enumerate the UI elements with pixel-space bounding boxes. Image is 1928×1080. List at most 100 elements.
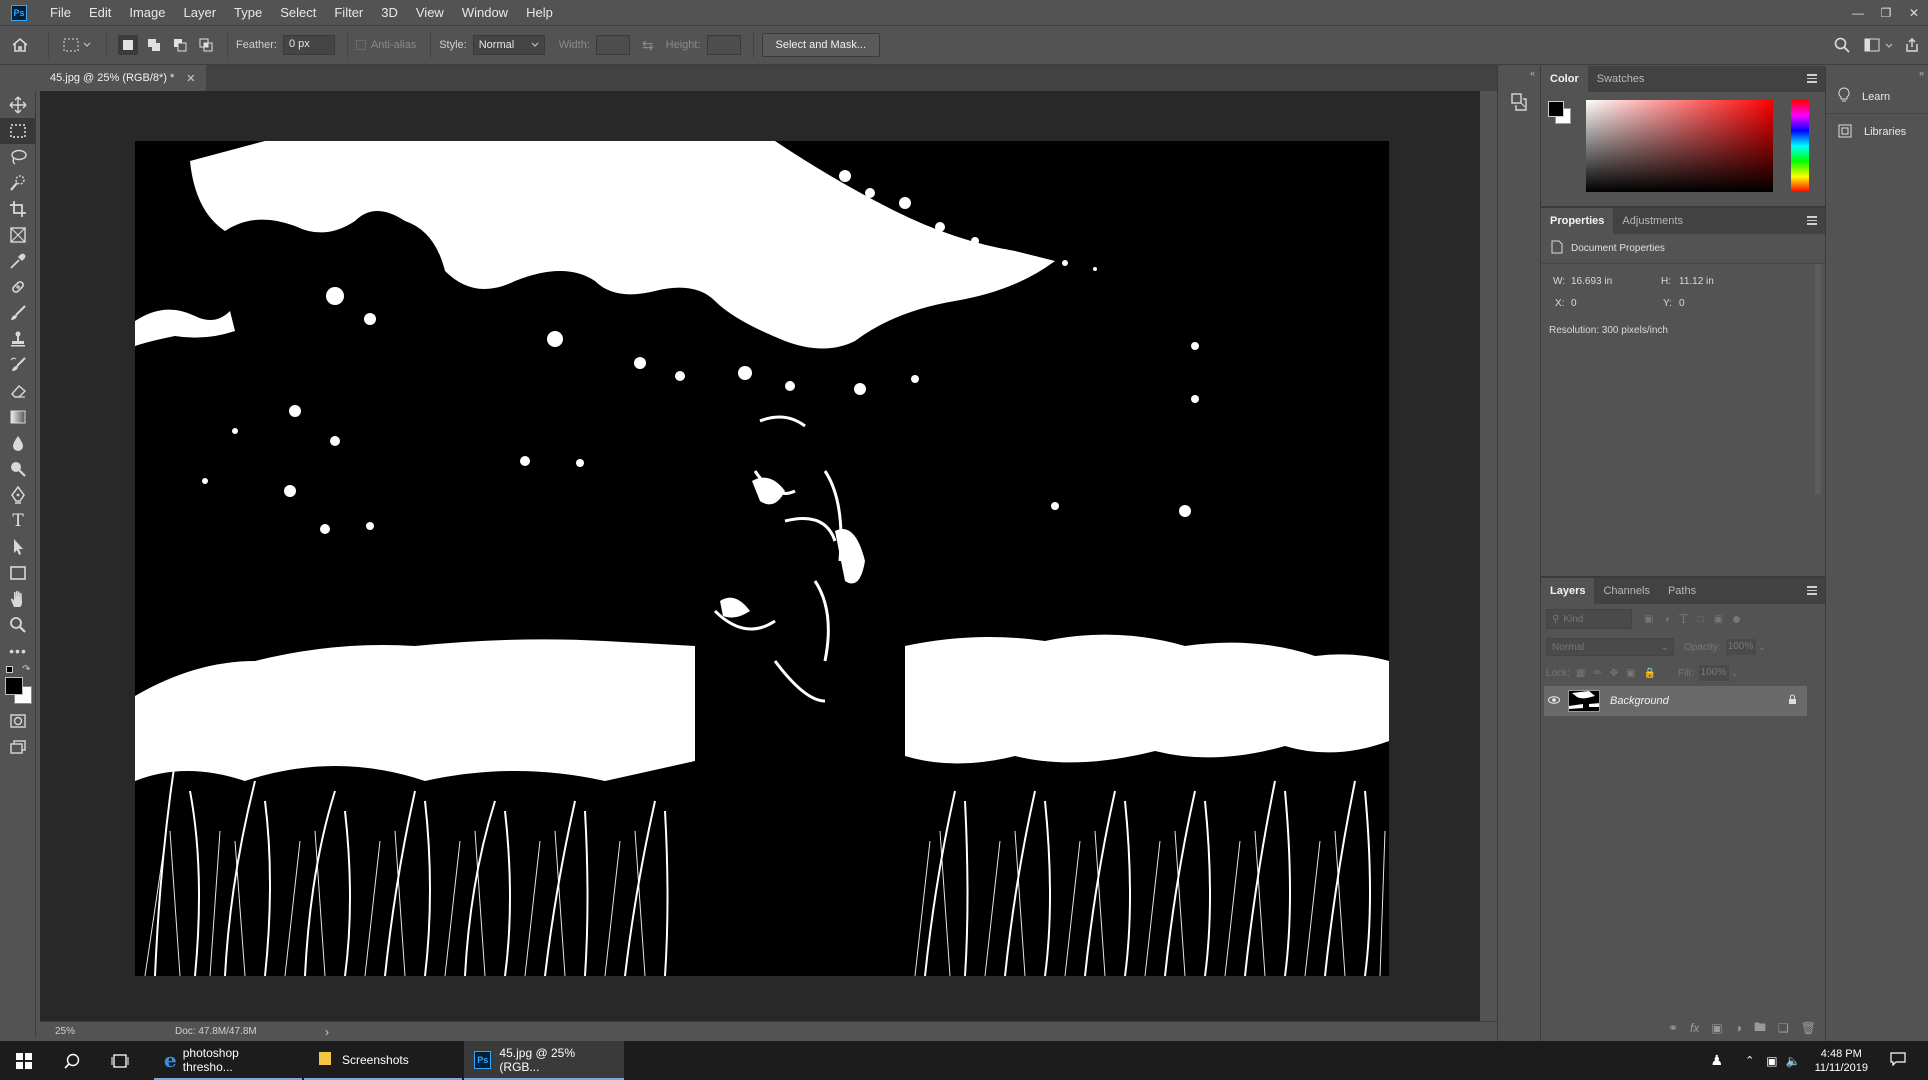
healing-brush-tool-icon[interactable]	[0, 274, 36, 300]
opacity-input[interactable]: 100%	[1725, 639, 1756, 655]
task-view-icon[interactable]	[96, 1053, 144, 1069]
search-icon[interactable]	[48, 1053, 96, 1069]
canvas-area[interactable]	[40, 91, 1480, 1021]
people-icon[interactable]: ♟	[1711, 1052, 1724, 1069]
width-input[interactable]	[595, 35, 630, 55]
filter-pixel-icon[interactable]: ▣	[1644, 614, 1653, 625]
select-and-mask-button[interactable]: Select and Mask...	[761, 33, 881, 57]
new-group-icon[interactable]: 🖿	[1754, 1018, 1766, 1039]
y-value[interactable]: 0	[1679, 298, 1685, 309]
layer-row[interactable]: Background	[1544, 686, 1807, 716]
filter-toggle-icon[interactable]	[1733, 615, 1741, 623]
intersect-selection-icon[interactable]	[196, 35, 216, 55]
x-value[interactable]: 0	[1571, 298, 1577, 309]
threshold-photo-canvas[interactable]	[135, 141, 1389, 976]
tab-layers[interactable]: Layers	[1541, 578, 1595, 604]
subtract-selection-icon[interactable]	[170, 35, 190, 55]
panel-menu-icon[interactable]	[1807, 585, 1817, 595]
notifications-icon[interactable]	[1890, 1052, 1906, 1069]
properties-scrollbar[interactable]	[1815, 264, 1821, 494]
brush-tool-icon[interactable]	[0, 300, 36, 326]
menu-type[interactable]: Type	[225, 0, 271, 25]
menu-help[interactable]: Help	[517, 0, 562, 25]
windows-start-icon[interactable]	[0, 1052, 48, 1069]
lock-all-icon[interactable]: 🔒	[1644, 668, 1656, 679]
link-layers-icon[interactable]: ⚭	[1668, 1021, 1678, 1035]
style-select[interactable]: Normal	[472, 35, 545, 55]
move-tool-icon[interactable]	[0, 92, 36, 118]
minimize-icon[interactable]: —	[1844, 0, 1872, 25]
clone-stamp-tool-icon[interactable]	[0, 326, 36, 352]
menu-window[interactable]: Window	[453, 0, 517, 25]
layer-style-icon[interactable]: fx	[1690, 1021, 1699, 1035]
tab-paths[interactable]: Paths	[1659, 578, 1705, 604]
menu-image[interactable]: Image	[120, 0, 174, 25]
quick-selection-tool-icon[interactable]	[0, 170, 36, 196]
restore-icon[interactable]: ❐	[1872, 0, 1900, 25]
default-colors-icon[interactable]	[6, 666, 13, 673]
marquee-preset-icon[interactable]	[63, 38, 92, 52]
tab-adjustments[interactable]: Adjustments	[1613, 208, 1692, 234]
collapse-arrows-icon[interactable]: »	[1826, 66, 1928, 80]
type-tool-icon[interactable]: T	[0, 508, 36, 534]
history-panel-icon[interactable]	[1504, 88, 1534, 116]
blur-tool-icon[interactable]	[0, 430, 36, 456]
learn-button[interactable]: Learn	[1826, 80, 1928, 114]
lasso-tool-icon[interactable]	[0, 144, 36, 170]
menu-edit[interactable]: Edit	[80, 0, 120, 25]
close-icon[interactable]: ✕	[1900, 0, 1928, 25]
menu-filter[interactable]: Filter	[325, 0, 372, 25]
libraries-button[interactable]: Libraries	[1826, 114, 1928, 150]
taskbar-app-explorer[interactable]: Screenshots	[304, 1041, 462, 1080]
gradient-tool-icon[interactable]	[0, 404, 36, 430]
pen-tool-icon[interactable]	[0, 482, 36, 508]
new-layer-icon[interactable]: ❏	[1778, 1021, 1789, 1035]
filter-type-icon[interactable]: T	[1680, 612, 1688, 626]
eyedropper-tool-icon[interactable]	[0, 248, 36, 274]
workspace-icon[interactable]	[1864, 38, 1880, 55]
lock-transparent-icon[interactable]: ▦	[1576, 668, 1585, 679]
show-hidden-icons-icon[interactable]: ⌃	[1745, 1054, 1754, 1067]
frame-tool-icon[interactable]	[0, 222, 36, 248]
crop-tool-icon[interactable]	[0, 196, 36, 222]
swap-colors-icon[interactable]: ↷	[22, 664, 30, 675]
width-value[interactable]: 16.693 in	[1571, 276, 1612, 287]
swap-dimensions-icon[interactable]: ⇆	[642, 37, 654, 54]
menu-view[interactable]: View	[407, 0, 453, 25]
foreground-color-swatch[interactable]	[5, 677, 23, 695]
color-field[interactable]	[1586, 100, 1773, 192]
close-icon[interactable]: ✕	[186, 72, 195, 85]
height-value[interactable]: 11.12 in	[1679, 276, 1714, 287]
menu-layer[interactable]: Layer	[175, 0, 226, 25]
feather-input[interactable]: 0 px	[282, 35, 335, 55]
layer-kind-filter[interactable]: ⚲ Kind	[1546, 609, 1632, 629]
tab-channels[interactable]: Channels	[1594, 578, 1658, 604]
volume-icon[interactable]: 🔈	[1786, 1054, 1801, 1068]
antialias-checkbox[interactable]	[355, 40, 366, 50]
lock-image-icon[interactable]: ✏	[1593, 668, 1601, 679]
layer-name[interactable]: Background	[1610, 695, 1669, 707]
menu-3d[interactable]: 3D	[372, 0, 407, 25]
add-selection-icon[interactable]	[144, 35, 164, 55]
more-tools-icon[interactable]: •••	[0, 638, 36, 664]
panel-menu-icon[interactable]	[1807, 215, 1817, 225]
network-icon[interactable]: ▣	[1766, 1054, 1777, 1068]
rectangle-tool-icon[interactable]	[0, 560, 36, 586]
filter-shape-icon[interactable]: □	[1698, 614, 1704, 625]
blend-mode-select[interactable]: Normal ⌄	[1546, 638, 1674, 656]
history-brush-tool-icon[interactable]	[0, 352, 36, 378]
hue-slider[interactable]	[1791, 100, 1809, 192]
height-input[interactable]	[706, 35, 741, 55]
filter-smart-object-icon[interactable]: ▣	[1714, 614, 1723, 625]
quick-mask-icon[interactable]	[0, 708, 36, 734]
zoom-tool-icon[interactable]	[0, 612, 36, 638]
panel-menu-icon[interactable]	[1807, 73, 1817, 83]
collapse-arrows-icon[interactable]: «	[1498, 66, 1539, 80]
new-selection-icon[interactable]	[118, 35, 138, 55]
chevron-down-icon[interactable]: ⌄	[1731, 668, 1739, 679]
status-menu-arrow-icon[interactable]: ›	[325, 1025, 329, 1039]
panel-foreground-color[interactable]	[1548, 101, 1564, 117]
dodge-tool-icon[interactable]	[0, 456, 36, 482]
chevron-down-icon[interactable]: ⌄	[1758, 642, 1766, 653]
eraser-tool-icon[interactable]	[0, 378, 36, 404]
